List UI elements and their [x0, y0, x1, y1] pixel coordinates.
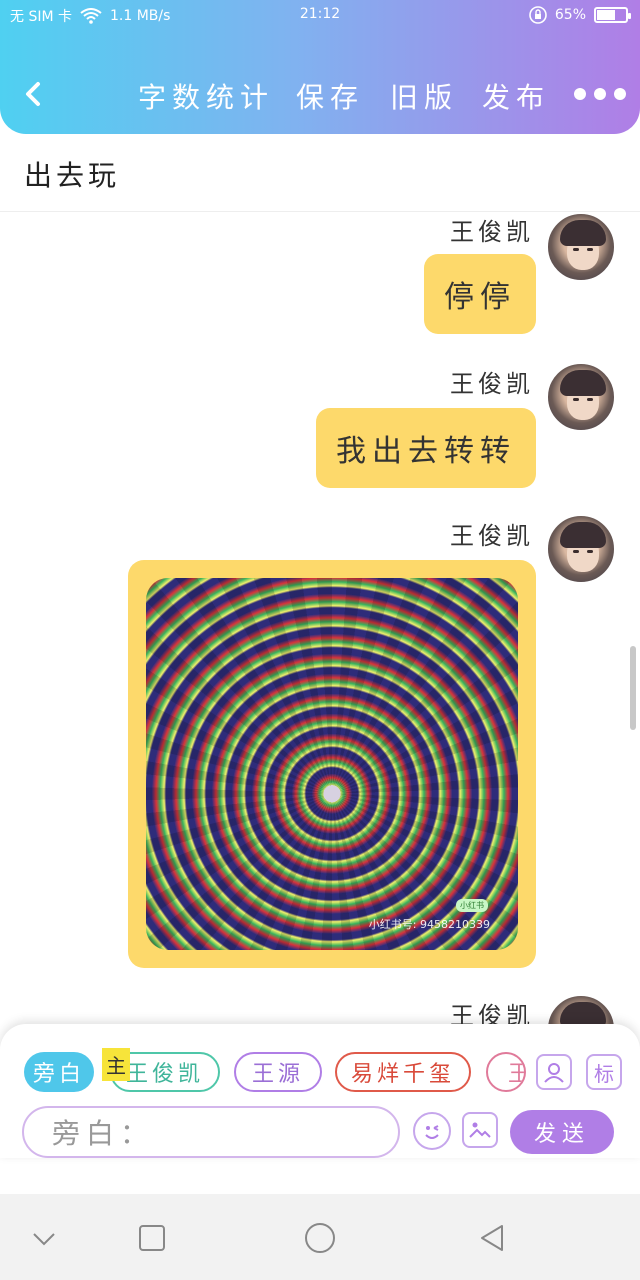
- nav-recent-icon[interactable]: [136, 1222, 168, 1254]
- story-title-row: 出去玩: [0, 134, 640, 212]
- emoji-icon[interactable]: [413, 1112, 451, 1150]
- watermark-badge: 小红书: [456, 899, 488, 912]
- word-count-button[interactable]: 字数统计: [138, 76, 274, 116]
- story-title[interactable]: 出去玩: [24, 154, 120, 194]
- lock-rotation-icon: [529, 6, 547, 24]
- toolbar: 字数统计 保存 旧版 发布: [0, 66, 640, 126]
- image-message-bubble[interactable]: 小红书 小红书号: 9458210339: [128, 560, 536, 968]
- image-icon[interactable]: [462, 1112, 498, 1148]
- profile-card-icon[interactable]: [536, 1054, 572, 1090]
- character-chip-yyqx[interactable]: 易烊千玺: [335, 1052, 471, 1092]
- illusion-image[interactable]: 小红书 小红书号: 9458210339: [146, 578, 518, 950]
- scrollbar[interactable]: [630, 646, 636, 730]
- system-nav-bar: [0, 1194, 640, 1280]
- sender-name: 王俊凯: [450, 1002, 534, 1024]
- battery-icon: [594, 7, 631, 23]
- sender-name: 王俊凯: [450, 218, 534, 246]
- avatar[interactable]: [546, 994, 616, 1024]
- label-icon[interactable]: 标: [586, 1054, 622, 1090]
- sender-name: 王俊凯: [450, 522, 534, 550]
- message-bubble[interactable]: 停停: [424, 254, 536, 334]
- nav-home-icon[interactable]: [304, 1222, 336, 1254]
- more-icon[interactable]: [574, 88, 626, 100]
- avatar[interactable]: [546, 362, 616, 432]
- character-chip-wy[interactable]: 王源: [234, 1052, 322, 1092]
- old-version-button[interactable]: 旧版: [390, 76, 458, 116]
- nav-down-icon[interactable]: [28, 1222, 60, 1254]
- battery-percent: 65%: [554, 7, 586, 23]
- message-input[interactable]: 旁白：: [22, 1106, 400, 1158]
- character-chip-narrator[interactable]: 旁白: [24, 1052, 94, 1092]
- app-header: 无 SIM 卡 1.1 MB/s 21:12 65% 字数统计 保存 旧版 发布: [0, 0, 640, 134]
- save-button[interactable]: 保存: [296, 76, 364, 116]
- nav-back-icon[interactable]: [476, 1222, 508, 1254]
- chat-area[interactable]: 王俊凯 停停 王俊凯 我出去转转 王俊凯 小红书 小红书号: 945821033…: [0, 212, 640, 1024]
- message-bubble[interactable]: 我出去转转: [316, 408, 536, 488]
- avatar[interactable]: [546, 212, 616, 282]
- sender-name: 王俊凯: [450, 370, 534, 398]
- publish-button[interactable]: 发布: [482, 76, 550, 116]
- host-tag: 主: [102, 1048, 130, 1081]
- input-panel: 旁白 主 王俊凯 王源 易烊千玺 王 标 旁白： 发送: [0, 1024, 640, 1158]
- avatar[interactable]: [546, 514, 616, 584]
- image-watermark: 小红书号: 9458210339: [368, 918, 490, 931]
- status-bar: 无 SIM 卡 1.1 MB/s 21:12 65%: [0, 0, 640, 32]
- send-button[interactable]: 发送: [510, 1110, 614, 1154]
- back-icon[interactable]: [18, 78, 50, 110]
- character-chip-partial[interactable]: 王: [486, 1052, 526, 1092]
- battery-fill: [597, 10, 616, 20]
- character-chip-wjk[interactable]: 主 王俊凯: [102, 1048, 220, 1092]
- character-chip-label: 王俊凯: [125, 1062, 204, 1087]
